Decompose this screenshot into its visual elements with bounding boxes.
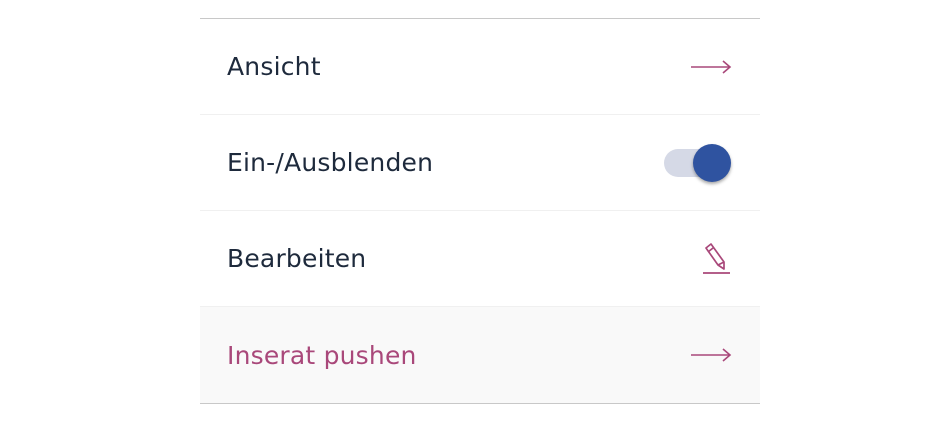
menu-item-label: Ansicht xyxy=(227,52,321,81)
menu-item-label: Inserat pushen xyxy=(227,340,417,370)
menu-item-label: Bearbeiten xyxy=(227,244,367,273)
visibility-toggle[interactable] xyxy=(664,143,732,183)
arrow-right-icon xyxy=(690,59,732,74)
toggle-knob xyxy=(693,143,731,182)
pencil-edit-icon xyxy=(702,242,732,276)
arrow-right-icon xyxy=(690,348,732,362)
actions-menu: Ansicht Ein-/Ausblenden Bearbeiten Inser… xyxy=(200,18,760,404)
menu-item-inserat-pushen[interactable]: Inserat pushen xyxy=(200,307,760,403)
menu-item-label: Ein-/Ausblenden xyxy=(227,148,434,177)
menu-item-ansicht[interactable]: Ansicht xyxy=(200,19,760,115)
menu-item-bearbeiten[interactable]: Bearbeiten xyxy=(200,211,760,307)
menu-item-ein-ausblenden[interactable]: Ein-/Ausblenden xyxy=(200,115,760,211)
